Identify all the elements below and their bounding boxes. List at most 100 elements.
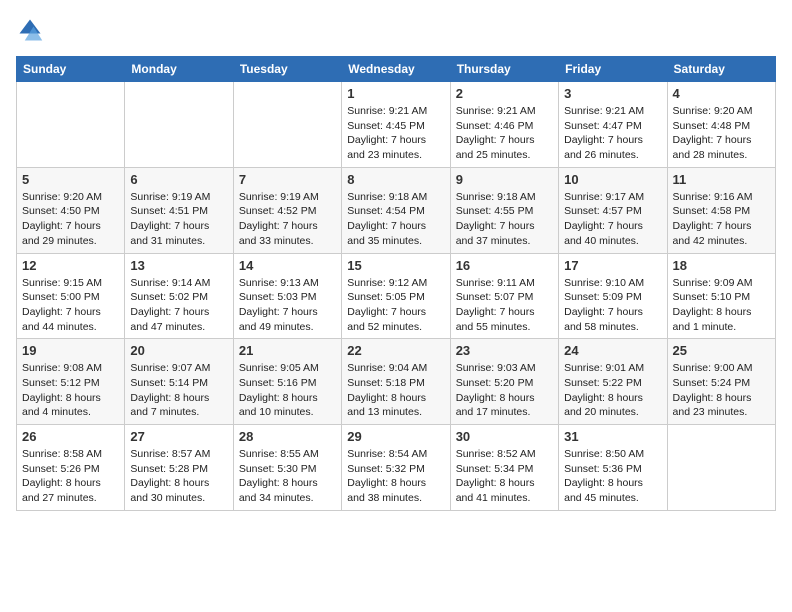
day-number: 27 — [130, 429, 227, 444]
calendar-cell: 26 Sunrise: 8:58 AM Sunset: 5:26 PM Dayli… — [17, 425, 125, 511]
calendar-cell: 10Sunrise: 9:17 AM Sunset: 4:57 PM Dayli… — [559, 167, 667, 253]
day-info: Sunrise: 8:58 AM Sunset: 5:26 PM Dayligh… — [22, 447, 119, 506]
day-info: Sunrise: 8:55 AM Sunset: 5:30 PM Dayligh… — [239, 447, 336, 506]
day-number: 29 — [347, 429, 444, 444]
day-number: 16 — [456, 258, 553, 273]
day-number: 12 — [22, 258, 119, 273]
day-header: Wednesday — [342, 57, 450, 82]
day-info: Sunrise: 9:01 AM Sunset: 5:22 PM Dayligh… — [564, 361, 661, 420]
day-info: Sunrise: 9:10 AM Sunset: 5:09 PM Dayligh… — [564, 276, 661, 335]
day-number: 6 — [130, 172, 227, 187]
calendar-cell: 6 Sunrise: 9:19 AM Sunset: 4:51 PM Daylig… — [125, 167, 233, 253]
calendar-cell: 11 Sunrise: 9:16 AM Sunset: 4:58 PM Dayli… — [667, 167, 775, 253]
calendar-cell: 29 Sunrise: 8:54 AM Sunset: 5:32 PM Dayli… — [342, 425, 450, 511]
calendar-cell: 14 Sunrise: 9:13 AM Sunset: 5:03 PM Dayli… — [233, 253, 341, 339]
calendar-week-row: 5 Sunrise: 9:20 AM Sunset: 4:50 PM Daylig… — [17, 167, 776, 253]
day-info: Sunrise: 9:11 AM Sunset: 5:07 PM Dayligh… — [456, 276, 553, 335]
calendar-cell — [125, 82, 233, 168]
day-number: 26 — [22, 429, 119, 444]
logo — [16, 16, 48, 44]
calendar: SundayMondayTuesdayWednesdayThursdayFrid… — [16, 56, 776, 511]
day-info: Sunrise: 8:50 AM Sunset: 5:36 PM Dayligh… — [564, 447, 661, 506]
day-info: Sunrise: 9:21 AM Sunset: 4:46 PM Dayligh… — [456, 104, 553, 163]
day-info: Sunrise: 8:57 AM Sunset: 5:28 PM Dayligh… — [130, 447, 227, 506]
day-info: Sunrise: 9:00 AM Sunset: 5:24 PM Dayligh… — [673, 361, 770, 420]
day-number: 4 — [673, 86, 770, 101]
day-number: 31 — [564, 429, 661, 444]
calendar-cell: 27 Sunrise: 8:57 AM Sunset: 5:28 PM Dayli… — [125, 425, 233, 511]
day-info: Sunrise: 9:15 AM Sunset: 5:00 PM Dayligh… — [22, 276, 119, 335]
day-info: Sunrise: 8:54 AM Sunset: 5:32 PM Dayligh… — [347, 447, 444, 506]
calendar-cell: 19 Sunrise: 9:08 AM Sunset: 5:12 PM Dayli… — [17, 339, 125, 425]
day-header: Tuesday — [233, 57, 341, 82]
calendar-cell: 23 Sunrise: 9:03 AM Sunset: 5:20 PM Dayli… — [450, 339, 558, 425]
day-header: Thursday — [450, 57, 558, 82]
day-number: 15 — [347, 258, 444, 273]
day-number: 3 — [564, 86, 661, 101]
day-number: 10 — [564, 172, 661, 187]
day-number: 18 — [673, 258, 770, 273]
calendar-cell: 1 Sunrise: 9:21 AM Sunset: 4:45 PM Daylig… — [342, 82, 450, 168]
day-number: 14 — [239, 258, 336, 273]
calendar-cell: 12 Sunrise: 9:15 AM Sunset: 5:00 PM Dayli… — [17, 253, 125, 339]
logo-icon — [16, 16, 44, 44]
day-info: Sunrise: 9:19 AM Sunset: 4:52 PM Dayligh… — [239, 190, 336, 249]
calendar-header-row: SundayMondayTuesdayWednesdayThursdayFrid… — [17, 57, 776, 82]
day-info: Sunrise: 9:16 AM Sunset: 4:58 PM Dayligh… — [673, 190, 770, 249]
day-number: 7 — [239, 172, 336, 187]
calendar-cell: 31 Sunrise: 8:50 AM Sunset: 5:36 PM Dayli… — [559, 425, 667, 511]
calendar-cell: 25Sunrise: 9:00 AM Sunset: 5:24 PM Dayli… — [667, 339, 775, 425]
calendar-cell — [233, 82, 341, 168]
day-number: 30 — [456, 429, 553, 444]
calendar-week-row: 12 Sunrise: 9:15 AM Sunset: 5:00 PM Dayli… — [17, 253, 776, 339]
calendar-cell: 18Sunrise: 9:09 AM Sunset: 5:10 PM Dayli… — [667, 253, 775, 339]
day-info: Sunrise: 9:18 AM Sunset: 4:54 PM Dayligh… — [347, 190, 444, 249]
day-number: 28 — [239, 429, 336, 444]
day-info: Sunrise: 9:21 AM Sunset: 4:45 PM Dayligh… — [347, 104, 444, 163]
day-info: Sunrise: 9:12 AM Sunset: 5:05 PM Dayligh… — [347, 276, 444, 335]
calendar-week-row: 26 Sunrise: 8:58 AM Sunset: 5:26 PM Dayli… — [17, 425, 776, 511]
day-info: Sunrise: 9:08 AM Sunset: 5:12 PM Dayligh… — [22, 361, 119, 420]
day-info: Sunrise: 9:05 AM Sunset: 5:16 PM Dayligh… — [239, 361, 336, 420]
day-number: 24 — [564, 343, 661, 358]
day-number: 8 — [347, 172, 444, 187]
calendar-cell: 9Sunrise: 9:18 AM Sunset: 4:55 PM Daylig… — [450, 167, 558, 253]
calendar-cell — [17, 82, 125, 168]
day-info: Sunrise: 9:14 AM Sunset: 5:02 PM Dayligh… — [130, 276, 227, 335]
calendar-cell: 30Sunrise: 8:52 AM Sunset: 5:34 PM Dayli… — [450, 425, 558, 511]
calendar-cell: 16 Sunrise: 9:11 AM Sunset: 5:07 PM Dayli… — [450, 253, 558, 339]
calendar-cell: 17 Sunrise: 9:10 AM Sunset: 5:09 PM Dayli… — [559, 253, 667, 339]
day-number: 1 — [347, 86, 444, 101]
day-info: Sunrise: 9:13 AM Sunset: 5:03 PM Dayligh… — [239, 276, 336, 335]
calendar-cell: 21 Sunrise: 9:05 AM Sunset: 5:16 PM Dayli… — [233, 339, 341, 425]
calendar-cell: 3 Sunrise: 9:21 AM Sunset: 4:47 PM Daylig… — [559, 82, 667, 168]
day-info: Sunrise: 9:19 AM Sunset: 4:51 PM Dayligh… — [130, 190, 227, 249]
day-header: Sunday — [17, 57, 125, 82]
day-header: Saturday — [667, 57, 775, 82]
day-number: 23 — [456, 343, 553, 358]
day-number: 13 — [130, 258, 227, 273]
day-number: 17 — [564, 258, 661, 273]
calendar-cell: 2Sunrise: 9:21 AM Sunset: 4:46 PM Daylig… — [450, 82, 558, 168]
day-info: Sunrise: 9:07 AM Sunset: 5:14 PM Dayligh… — [130, 361, 227, 420]
day-number: 19 — [22, 343, 119, 358]
day-number: 22 — [347, 343, 444, 358]
calendar-cell: 4 Sunrise: 9:20 AM Sunset: 4:48 PM Daylig… — [667, 82, 775, 168]
calendar-cell: 22Sunrise: 9:04 AM Sunset: 5:18 PM Dayli… — [342, 339, 450, 425]
day-number: 5 — [22, 172, 119, 187]
day-info: Sunrise: 9:03 AM Sunset: 5:20 PM Dayligh… — [456, 361, 553, 420]
calendar-cell: 28 Sunrise: 8:55 AM Sunset: 5:30 PM Dayli… — [233, 425, 341, 511]
calendar-cell: 8 Sunrise: 9:18 AM Sunset: 4:54 PM Daylig… — [342, 167, 450, 253]
calendar-cell: 13 Sunrise: 9:14 AM Sunset: 5:02 PM Dayli… — [125, 253, 233, 339]
day-info: Sunrise: 9:20 AM Sunset: 4:50 PM Dayligh… — [22, 190, 119, 249]
day-number: 21 — [239, 343, 336, 358]
day-info: Sunrise: 9:20 AM Sunset: 4:48 PM Dayligh… — [673, 104, 770, 163]
day-info: Sunrise: 9:21 AM Sunset: 4:47 PM Dayligh… — [564, 104, 661, 163]
calendar-week-row: 1 Sunrise: 9:21 AM Sunset: 4:45 PM Daylig… — [17, 82, 776, 168]
page-header — [16, 16, 776, 44]
day-header: Monday — [125, 57, 233, 82]
calendar-cell — [667, 425, 775, 511]
day-number: 11 — [673, 172, 770, 187]
calendar-cell: 24 Sunrise: 9:01 AM Sunset: 5:22 PM Dayli… — [559, 339, 667, 425]
day-info: Sunrise: 9:18 AM Sunset: 4:55 PM Dayligh… — [456, 190, 553, 249]
